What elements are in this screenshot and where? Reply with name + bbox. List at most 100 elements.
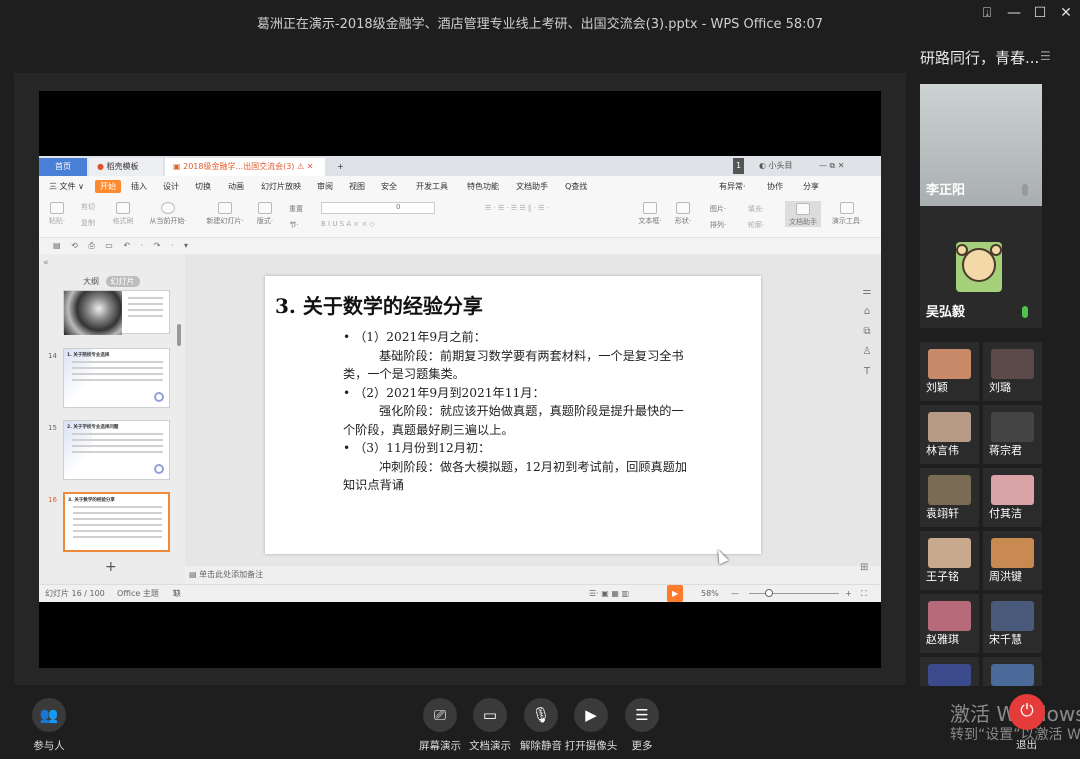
zoom-slider[interactable] [749,593,839,594]
avatar [991,664,1034,686]
menu-review[interactable]: 审阅 [317,181,333,192]
video-tile[interactable]: 蒋宗君 [983,405,1042,464]
textbox-button[interactable]: 文本框· [635,202,665,226]
user-menu[interactable]: ◐ 小头目 [759,158,793,174]
tab-outline[interactable]: 大纲 [83,277,99,286]
slide-thumbnail-active[interactable]: 3. 关于数学的经验分享 [63,492,170,552]
close-button[interactable]: ✕ [1054,5,1078,21]
slide-number: 14 [48,352,57,360]
maximize-button[interactable]: ☐ [1028,5,1052,21]
share-button[interactable]: 分享 [803,181,819,192]
panel-scrollbar[interactable] [177,324,181,346]
zoom-out-button[interactable]: — [731,585,739,602]
cut-button[interactable]: 剪切 [73,202,103,212]
new-tab-button[interactable]: + [329,158,349,176]
menu-transition[interactable]: 切换 [195,181,211,192]
slide-thumbnail[interactable]: 1. 关于院校专业选择 [63,348,170,408]
video-tile[interactable]: 王子铭 [920,531,979,590]
shape-button[interactable]: 形状· [669,202,697,226]
video-tile[interactable]: 赵雅琪 [920,594,979,653]
menu-security[interactable]: 安全 [381,181,397,192]
text-tool-icon[interactable]: T [860,366,874,377]
video-tile[interactable]: 周洪键 [983,531,1042,590]
tab-template[interactable]: ● 稻壳模板 [89,158,163,176]
zoom-level[interactable]: 58% [701,585,719,602]
stamp-tool-icon[interactable]: ♙ [860,346,874,357]
menu-slideshow[interactable]: 幻灯片放映 [261,181,301,192]
menu-insert[interactable]: 插入 [131,181,147,192]
zoom-slider-knob[interactable] [765,589,773,597]
participant-name: 王子铭 [926,570,959,583]
video-tile[interactable]: 付其洁 [983,468,1042,527]
section-button[interactable]: 节· [281,220,307,230]
zoom-in-button[interactable]: + [845,585,852,602]
add-slide-button[interactable]: + [105,559,117,575]
menu-doc-assistant[interactable]: 文档助手 [516,181,548,192]
copy-tool-icon[interactable]: ⧉ [860,326,874,337]
menu-start[interactable]: 开始 [95,180,121,193]
video-tile[interactable]: 宋千慧 [983,594,1042,653]
presentation-tools-icon [840,202,854,214]
participant-name: 付其洁 [989,507,1022,520]
collaborate-button[interactable]: 协作 [767,181,783,192]
participant-name: 刘璐 [989,381,1011,394]
format-painter-button[interactable]: 格式刷 [107,202,139,226]
presentation-tools-button[interactable]: 演示工具· [825,202,869,226]
doc-assistant-button[interactable]: 文档助手 [785,201,821,227]
thumbnail-title: 3. 关于数学的经验分享 [68,498,115,503]
menu-devtools[interactable]: 开发工具 [416,181,448,192]
play-slideshow-button[interactable]: ▶ [667,585,684,602]
slide-thumbnail[interactable] [63,290,170,335]
tab-slides[interactable]: 幻灯片 [105,276,140,287]
video-tile[interactable]: 刘颖 [920,342,979,401]
fill-button[interactable]: 填充· [739,204,773,214]
video-tile[interactable] [983,657,1042,686]
video-tile[interactable]: 刘璐 [983,342,1042,401]
more-button[interactable]: ☰ 更多 [612,698,672,753]
participants-button[interactable]: 👥 参与人 [19,698,79,753]
shape-tool-icon[interactable]: ⌂ [860,306,874,317]
video-tile[interactable]: 袁翊轩 [920,468,979,527]
tab-document[interactable]: ▣ 2018级金融学...出国交流会(3) ⚠ ✕ [165,158,325,176]
slide-thumbnail[interactable]: 2. 关于学校专业选择问题 [63,420,170,480]
menu-features[interactable]: 特色功能 [467,181,499,192]
pin-icon[interactable]: ⍗ [975,5,999,21]
font-size-field[interactable]: 0 [321,202,435,214]
menu-file[interactable]: 三 文件 ∨ [49,181,84,192]
error-status[interactable]: 有异常· [719,181,746,192]
video-tile[interactable]: 李正阳 [920,84,1042,206]
font-style-buttons[interactable]: B I U S A × × ◇ [321,220,481,228]
minimize-button[interactable]: — [1002,5,1026,21]
more-label: 更多 [631,740,653,752]
video-tile[interactable]: 林言伟 [920,405,979,464]
slide-canvas[interactable]: 3. 关于数学的经验分享 （1）2021年9月之前： 基础阶段：前期复习数学要有… [265,276,761,554]
quick-access-toolbar[interactable]: ▤ ⟲ ⎙ ▭ ↶ · ↷ · ▾ [39,238,881,254]
menu-design[interactable]: 设计 [163,181,179,192]
properties-icon[interactable]: ⚌ [860,286,874,297]
list-icon[interactable]: ☰ [1040,49,1051,63]
layout-button[interactable]: 版式· [251,202,279,226]
reset-button[interactable]: 重置 [281,204,311,214]
paragraph-buttons[interactable]: ☰ · ☰ · ☰ ☰ ‖ · ☰ · [485,204,625,212]
collapse-panel-icon[interactable]: « [43,258,49,268]
menu-search[interactable]: Q查找 [565,181,587,192]
exit-button[interactable]: ⏻ [1009,694,1045,730]
tab-home[interactable]: 首页 [39,158,87,176]
grid-icon[interactable]: ⊞ [860,562,868,573]
video-tile[interactable] [920,657,979,686]
app-window-controls[interactable]: — ⧉ ✕ [819,158,845,174]
menu-view[interactable]: 视图 [349,181,365,192]
notes-bar[interactable]: ▤ 单击此处添加备注 [185,566,881,584]
view-buttons[interactable]: ☰· ▣ ▦ ▥ [589,585,629,602]
arrange-button[interactable]: 排列· [701,220,735,230]
fit-window-icon[interactable]: ⛶ [861,585,867,602]
video-tile[interactable]: 吴弘毅 [920,206,1042,328]
new-slide-button[interactable]: 新建幻灯片· [201,202,249,226]
outline-button[interactable]: 轮廓· [739,220,773,230]
copy-button[interactable]: 复制 [73,218,103,228]
menu-animation[interactable]: 动画 [228,181,244,192]
paste-button[interactable]: 粘贴· [45,202,69,226]
picture-button[interactable]: 图片· [701,204,735,214]
play-from-current-button[interactable]: 从当前开始· [143,202,193,226]
thumbnail-title: 2. 关于学校专业选择问题 [67,425,119,430]
